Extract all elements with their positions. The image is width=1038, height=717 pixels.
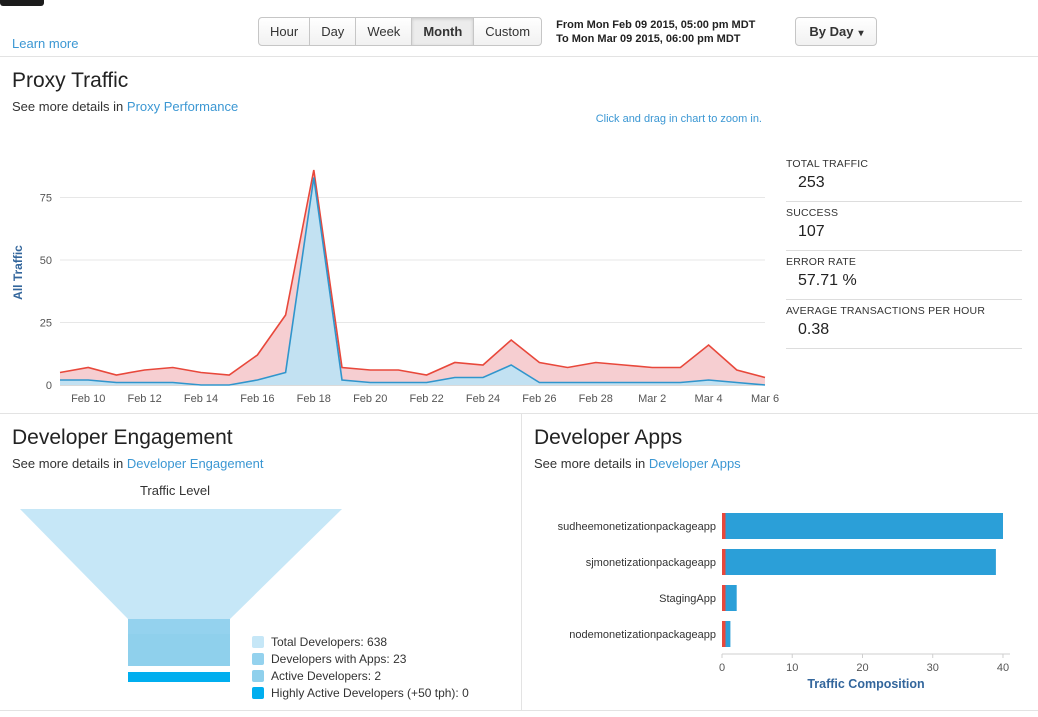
apps-chart-svg: sudheemonetizationpackageapp sjmonetizati… bbox=[558, 513, 1010, 691]
legend-swatch-icon bbox=[252, 653, 264, 665]
stat-value: 0.38 bbox=[798, 321, 830, 338]
toolbar: Learn more Hour Day Week Month Custom From M… bbox=[0, 0, 1038, 57]
by-day-dropdown[interactable]: By Day ▾ bbox=[795, 17, 878, 46]
svg-text:sudheemonetizationpackageapp: sudheemonetizationpackageapp bbox=[558, 521, 716, 533]
developer-apps-title: Developer Apps bbox=[534, 426, 683, 449]
stat-item: TOTAL TRAFFIC 253 bbox=[786, 153, 1022, 202]
svg-text:nodemonetizationpackageapp: nodemonetizationpackageapp bbox=[569, 629, 716, 641]
legend-label: Highly Active Developers (+50 tph): 0 bbox=[271, 686, 469, 700]
stat-label: TOTAL TRAFFIC bbox=[786, 158, 869, 170]
developer-engagement-section: Developer Engagement See more details in… bbox=[0, 414, 521, 710]
developer-engagement-title: Developer Engagement bbox=[12, 426, 233, 449]
range-button-custom[interactable]: Custom bbox=[473, 17, 543, 46]
engagement-subtitle: See more details in Developer Engagement bbox=[12, 456, 521, 471]
bottom-row: Developer Engagement See more details in… bbox=[0, 414, 1038, 711]
by-day-label: By Day bbox=[809, 24, 854, 39]
svg-text:sjmonetizationpackageapp: sjmonetizationpackageapp bbox=[586, 557, 716, 569]
date-to: To Mon Mar 09 2015, 06:00 pm MDT bbox=[556, 33, 741, 45]
legend-swatch-icon bbox=[252, 687, 264, 699]
apps-subtitle: See more details in Developer Apps bbox=[534, 456, 1038, 471]
proxy-traffic-chart[interactable]: 0 25 50 75 Feb 10 Feb 12 Feb 14 Feb 16 Feb 18 Feb… bbox=[8, 145, 783, 413]
proxy-traffic-section: Proxy Traffic See more details in Proxy … bbox=[0, 57, 1038, 414]
legend-label: Developers with Apps: 23 bbox=[271, 652, 407, 666]
svg-text:Mar 4: Mar 4 bbox=[695, 393, 723, 405]
date-from: From Mon Feb 09 2015, 05:00 pm MDT bbox=[556, 19, 756, 31]
developer-apps-section: Developer Apps See more details in Devel… bbox=[521, 414, 1038, 710]
stat-label: AVERAGE TRANSACTIONS PER HOUR bbox=[786, 305, 986, 317]
svg-text:Feb 18: Feb 18 bbox=[297, 393, 331, 405]
svg-text:75: 75 bbox=[40, 193, 52, 205]
range-button-day[interactable]: Day bbox=[309, 17, 357, 46]
svg-text:50: 50 bbox=[40, 255, 52, 267]
range-button-group: Hour Day Week Month Custom bbox=[258, 17, 543, 46]
funnel-legend: Total Developers: 638 Developers with App… bbox=[252, 635, 469, 703]
engagement-subtitle-text: See more details in bbox=[12, 456, 124, 471]
apps-subtitle-text: See more details in bbox=[534, 456, 646, 471]
caret-down-icon: ▾ bbox=[858, 28, 864, 39]
svg-text:40: 40 bbox=[997, 662, 1009, 674]
svg-text:All Traffic: All Traffic bbox=[11, 245, 25, 300]
svg-text:Feb 12: Feb 12 bbox=[127, 393, 161, 405]
stat-label: SUCCESS bbox=[786, 207, 839, 219]
svg-text:Feb 22: Feb 22 bbox=[409, 393, 443, 405]
funnel-legend-item: Total Developers: 638 bbox=[252, 635, 469, 649]
time-range-controls: Hour Day Week Month Custom From Mon Feb 09 2… bbox=[258, 17, 878, 46]
svg-text:Feb 14: Feb 14 bbox=[184, 393, 218, 405]
legend-label: Active Developers: 2 bbox=[271, 669, 382, 683]
funnel-legend-item: Highly Active Developers (+50 tph): 0 bbox=[252, 686, 469, 700]
svg-text:Mar 2: Mar 2 bbox=[638, 393, 666, 405]
svg-text:Feb 24: Feb 24 bbox=[466, 393, 500, 405]
svg-text:10: 10 bbox=[786, 662, 798, 674]
svg-text:Feb 16: Feb 16 bbox=[240, 393, 274, 405]
legend-swatch-icon bbox=[252, 636, 264, 648]
developer-apps-chart: sudheemonetizationpackageapp sjmonetizati… bbox=[528, 502, 1033, 697]
proxy-performance-link[interactable]: Proxy Performance bbox=[127, 99, 238, 114]
svg-text:Feb 28: Feb 28 bbox=[579, 393, 613, 405]
legend-swatch-icon bbox=[252, 670, 264, 682]
funnel-title: Traffic Level bbox=[139, 483, 211, 498]
proxy-chart-svg: 0 25 50 75 Feb 10 Feb 12 Feb 14 Feb 16 Feb 18 Feb… bbox=[11, 169, 779, 405]
proxy-traffic-title: Proxy Traffic bbox=[12, 69, 129, 92]
stat-value: 107 bbox=[798, 223, 825, 240]
funnel-chart: Traffic Level Total Developers: 638 Devel… bbox=[0, 475, 521, 703]
traffic-stats-panel: TOTAL TRAFFIC 253 SUCCESS 107 ERROR RATE 57.7… bbox=[786, 153, 1022, 349]
legend-label: Total Developers: 638 bbox=[271, 635, 388, 649]
svg-text:Mar 6: Mar 6 bbox=[751, 393, 779, 405]
svg-text:Feb 20: Feb 20 bbox=[353, 393, 387, 405]
stat-item: AVERAGE TRANSACTIONS PER HOUR 0.38 bbox=[786, 300, 1022, 349]
funnel-legend-item: Active Developers: 2 bbox=[252, 669, 469, 683]
svg-text:Traffic Composition: Traffic Composition bbox=[807, 677, 924, 691]
svg-text:25: 25 bbox=[40, 318, 52, 330]
range-button-hour[interactable]: Hour bbox=[258, 17, 311, 46]
range-button-week[interactable]: Week bbox=[355, 17, 413, 46]
stat-item: SUCCESS 107 bbox=[786, 202, 1022, 251]
proxy-subtitle-text: See more details in bbox=[12, 99, 124, 114]
proxy-subtitle: See more details in Proxy Performance bbox=[12, 99, 1038, 114]
stat-value: 57.71 % bbox=[798, 272, 857, 289]
svg-text:0: 0 bbox=[46, 380, 52, 392]
date-range: From Mon Feb 09 2015, 05:00 pm MDT To Mo… bbox=[556, 17, 755, 46]
svg-text:0: 0 bbox=[719, 662, 725, 674]
svg-text:30: 30 bbox=[927, 662, 939, 674]
stat-item: ERROR RATE 57.71 % bbox=[786, 251, 1022, 300]
range-button-month[interactable]: Month bbox=[411, 17, 475, 46]
svg-text:Feb 26: Feb 26 bbox=[522, 393, 556, 405]
stat-label: ERROR RATE bbox=[786, 256, 857, 268]
svg-text:Feb 10: Feb 10 bbox=[71, 393, 105, 405]
developer-apps-link[interactable]: Developer Apps bbox=[649, 456, 741, 471]
zoom-hint: Click and drag in chart to zoom in. bbox=[595, 113, 762, 125]
learn-more-link[interactable]: Learn more bbox=[12, 36, 78, 51]
stat-value: 253 bbox=[798, 174, 825, 191]
svg-text:20: 20 bbox=[856, 662, 868, 674]
svg-text:StagingApp: StagingApp bbox=[659, 593, 716, 605]
developer-engagement-link[interactable]: Developer Engagement bbox=[127, 456, 264, 471]
funnel-legend-item: Developers with Apps: 23 bbox=[252, 652, 469, 666]
